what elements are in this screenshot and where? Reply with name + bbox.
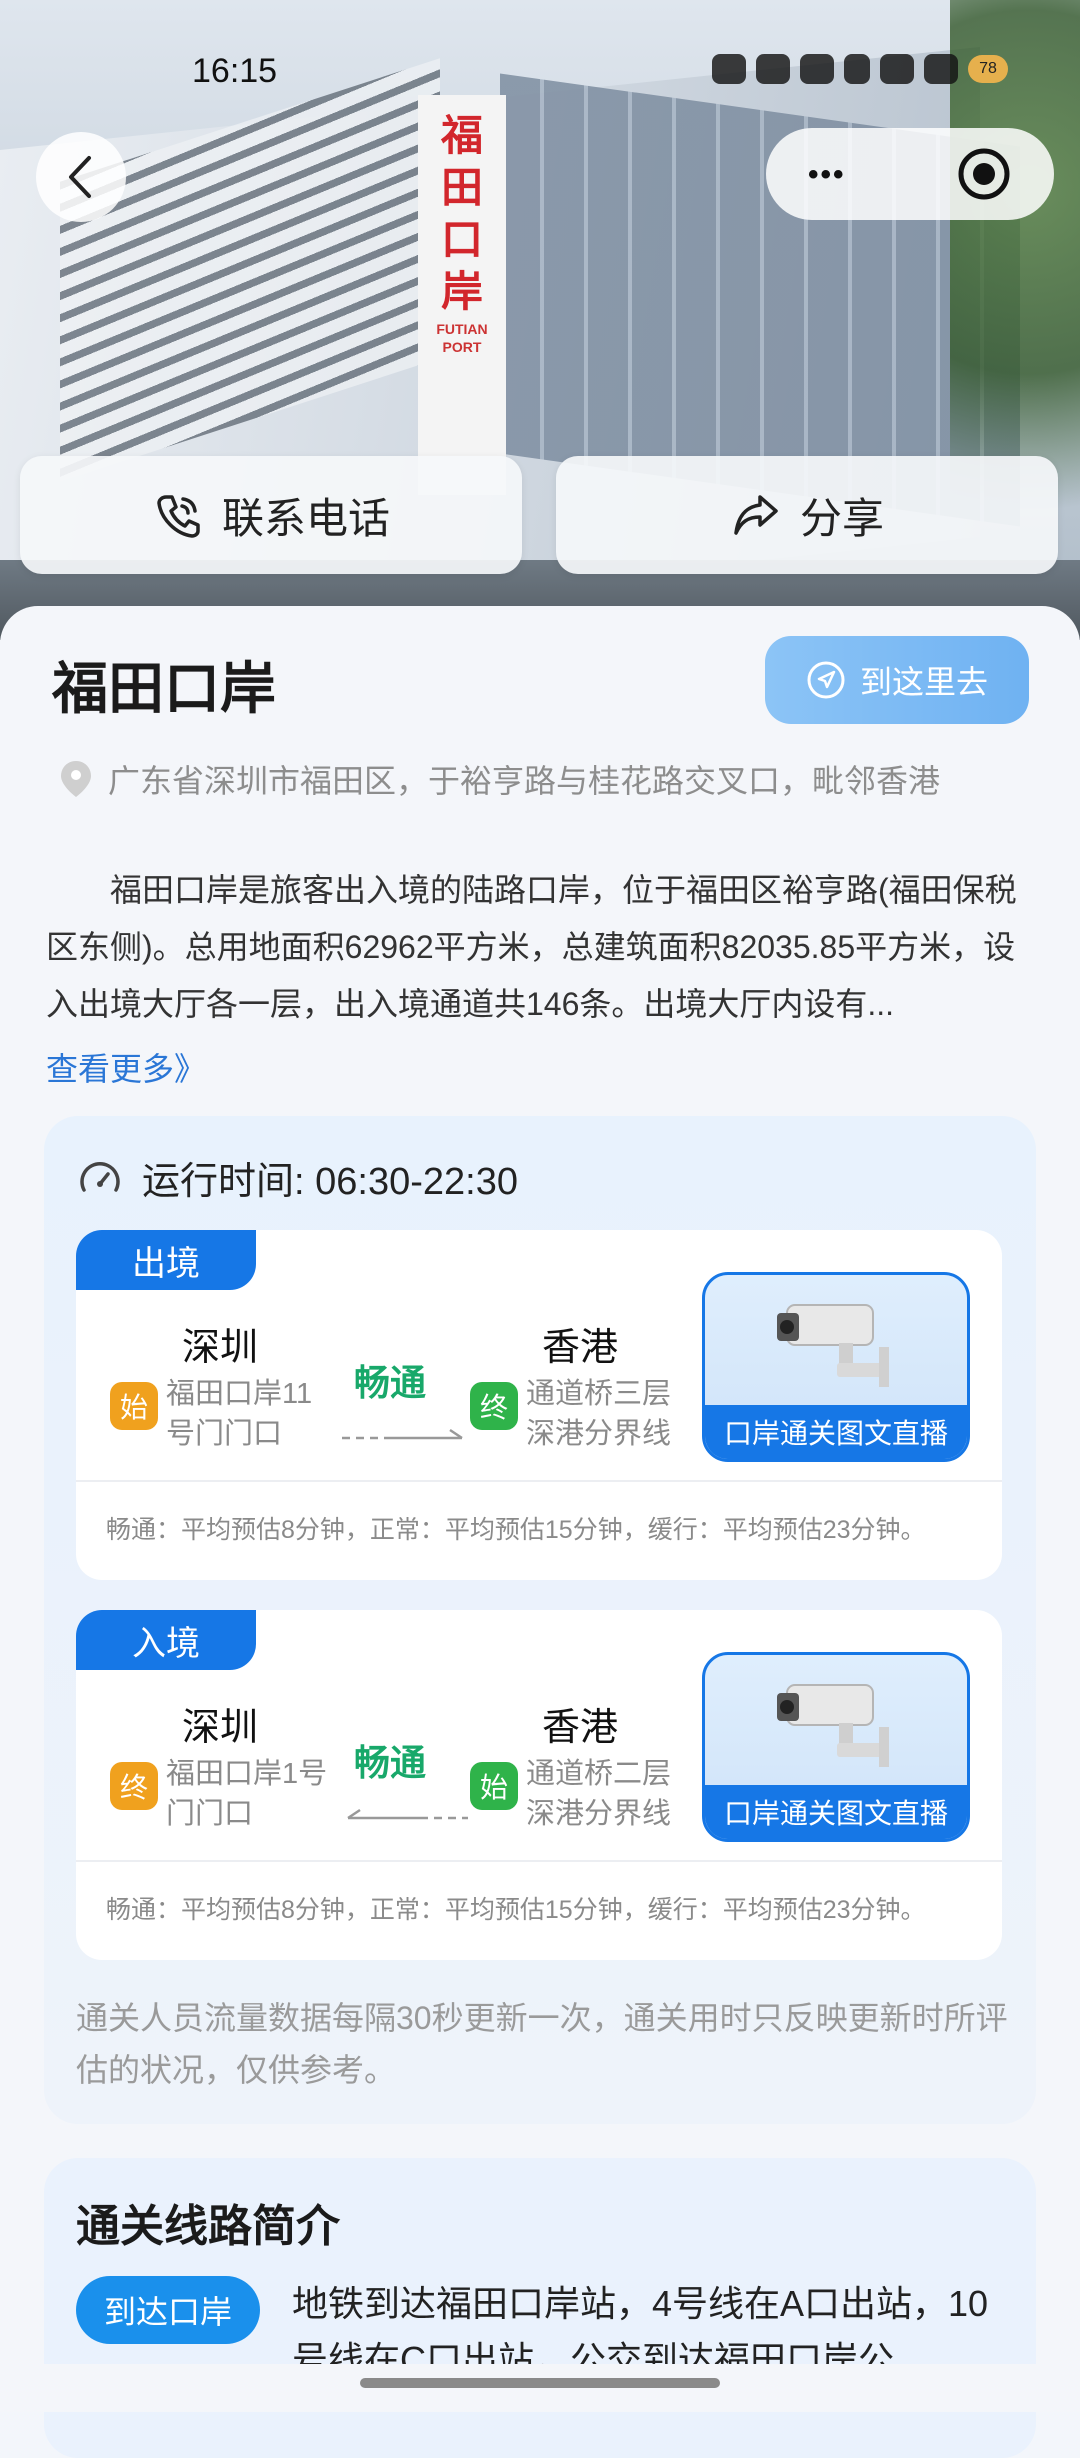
contact-phone-button[interactable]: 联系电话 [20,456,522,574]
operating-hours-label: 运行时间: 06:30-22:30 [142,1161,518,1203]
exit-to-city: 香港 [542,1327,619,1369]
signal-icon [924,54,958,84]
back-button[interactable] [36,132,126,222]
entry-end-badge: 终 [110,1762,158,1810]
exit-tag: 出境 [76,1230,256,1290]
status-bar: 16:15 78 [0,40,1080,100]
exit-start-badge: 始 [110,1382,158,1430]
entry-from-city: 深圳 [182,1707,259,1749]
battery-icon: 78 [968,55,1008,83]
entry-tag: 入境 [76,1610,256,1670]
arrow-left-icon [347,1808,468,1820]
speedometer-icon [80,1161,120,1192]
exit-end-badge: 终 [470,1382,518,1430]
close-target-icon[interactable] [956,146,1012,202]
phone-icon [157,495,200,538]
arrow-right-icon [342,1428,463,1440]
navigate-label: 到这里去 [859,664,988,700]
status-time: 16:15 [192,52,278,90]
more-icon[interactable]: ••• [808,158,846,192]
exit-card: 出境 深圳 始 福田口岸11号门门口 畅通 香港 终 通道桥三层深港分界线 口岸… [76,1230,1002,1580]
entry-from-place: 福田口岸1号门门口 [166,1758,328,1830]
description-text: 福田口岸是旅客出入境的陆路口岸，位于福田区裕亨路(福田保税区东侧)。总用地面积6… [46,872,1017,1022]
exit-flow-status: 畅通 [354,1362,427,1403]
tower-sign: 福田口岸 [440,111,483,316]
entry-live-button[interactable]: 口岸通关图文直播 [702,1652,970,1842]
view-more-link[interactable]: 查看更多》 [46,1044,206,1090]
exit-live-button[interactable]: 口岸通关图文直播 [702,1272,970,1462]
entry-estimate: 畅通：平均预估8分钟，正常：平均预估15分钟，缓行：平均预估23分钟。 [106,1896,926,1924]
exit-estimate: 畅通：平均预估8分钟，正常：平均预估15分钟，缓行：平均预估23分钟。 [106,1516,926,1544]
card-divider [76,1860,1002,1862]
miniprogram-capsule: ••• [766,128,1054,220]
camera-icon [777,1304,889,1387]
exit-to-place: 通道桥三层深港分界线 [526,1378,672,1450]
card-divider [76,1480,1002,1482]
share-button[interactable]: 分享 [556,456,1058,574]
share-icon [734,495,778,535]
share-label: 分享 [799,494,884,542]
address-row: 广东省深圳市福田区，于裕亨路与桂花路交叉口，毗邻香港 [58,756,940,802]
contact-phone-label: 联系电话 [221,494,390,542]
address-text: 广东省深圳市福田区，于裕亨路与桂花路交叉口，毗邻香港 [108,763,941,799]
page-title: 福田口岸 [52,657,276,720]
tower-sign-en: FUTIAN PORT [436,321,488,355]
navigate-button[interactable]: 到这里去 [765,636,1029,724]
gesture-bar-area [0,2364,1080,2412]
entry-to-city: 香港 [542,1707,619,1749]
entry-start-badge: 始 [470,1762,518,1810]
wifi-icon [844,54,870,84]
home-indicator[interactable] [360,2378,720,2388]
notification-icon [756,54,790,84]
chevron-left-icon [69,156,91,198]
entry-card: 入境 深圳 终 福田口岸1号门门口 畅通 香港 始 通道桥二层深港分界线 口岸通… [76,1610,1002,1960]
route-tag-arrive: 到达口岸 [76,2276,260,2344]
navigation-icon [807,661,845,699]
exit-live-label: 口岸通关图文直播 [705,1405,967,1459]
notification-icon [712,54,746,84]
entry-live-label: 口岸通关图文直播 [705,1785,967,1839]
data-update-note: 通关人员流量数据每隔30秒更新一次，通关用时只反映更新时所评估的状况，仅供参考。 [76,2000,1008,2088]
entry-to-place: 通道桥二层深港分界线 [526,1758,672,1830]
exit-from-city: 深圳 [182,1327,259,1369]
camera-icon [777,1684,889,1767]
route-title: 通关线路简介 [76,2202,340,2251]
operating-hours: 运行时间: 06:30-22:30 [76,1150,518,1205]
status-icons: 78 [712,54,1008,84]
signal-icon [880,54,914,84]
notification-icon [800,54,834,84]
location-pin-icon [61,761,91,797]
entry-flow-status: 畅通 [354,1742,427,1783]
exit-from-place: 福田口岸11号门门口 [166,1378,313,1450]
